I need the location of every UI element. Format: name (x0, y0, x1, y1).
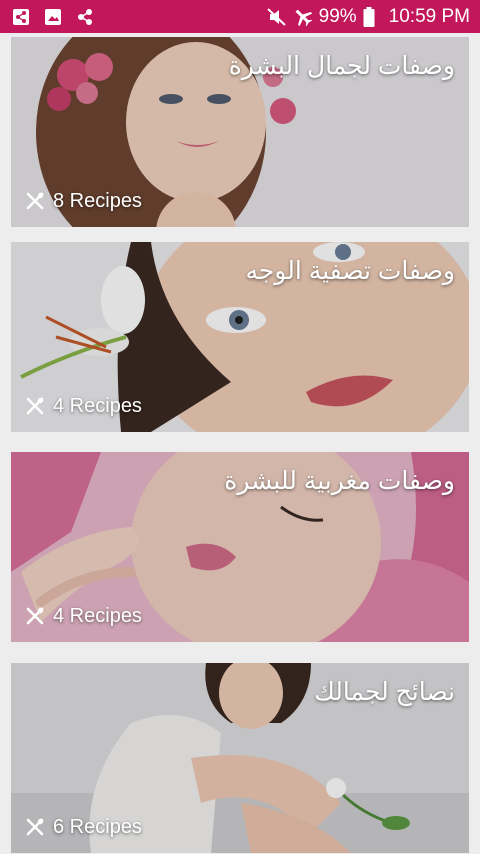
recipe-count: 8 Recipes (25, 190, 142, 213)
fork-knife-icon (25, 397, 45, 417)
clock: 10:59 PM (388, 5, 470, 27)
fork-knife-icon (25, 192, 45, 212)
battery-percent: 99% (318, 5, 357, 27)
category-card[interactable]: وصفات تصفية الوجه 4 Recipes (11, 242, 469, 432)
recipe-count: 4 Recipes (25, 605, 142, 628)
share-icon (12, 8, 30, 26)
system-indicators: 99% 10:59 PM (266, 5, 470, 28)
status-bar: 99% 10:59 PM (0, 0, 480, 33)
share-icon (76, 8, 94, 26)
mute-icon (266, 7, 287, 26)
category-title: وصفات تصفية الوجه (245, 257, 455, 285)
notification-icons (12, 8, 94, 26)
category-card[interactable]: وصفات مغربية للبشرة 4 Recipes (11, 452, 469, 642)
fork-knife-icon (25, 818, 45, 838)
category-card[interactable]: نصائح لجمالك 6 Recipes (11, 663, 469, 853)
recipe-count-label: 4 Recipes (53, 395, 142, 417)
category-title: وصفات مغربية للبشرة (224, 467, 455, 495)
fork-knife-icon (25, 607, 45, 627)
battery-icon (363, 6, 375, 27)
recipe-count-label: 6 Recipes (53, 816, 142, 838)
recipe-count: 4 Recipes (25, 395, 142, 418)
recipe-count-label: 4 Recipes (53, 605, 142, 627)
category-title: وصفات لجمال البشرة (228, 52, 455, 80)
category-card[interactable]: وصفات لجمال البشرة 8 Recipes (11, 37, 469, 227)
recipe-count-label: 8 Recipes (53, 190, 142, 212)
image-icon (44, 8, 62, 26)
recipe-count: 6 Recipes (25, 816, 142, 839)
airplane-icon (293, 7, 313, 27)
category-title: نصائح لجمالك (314, 678, 455, 706)
